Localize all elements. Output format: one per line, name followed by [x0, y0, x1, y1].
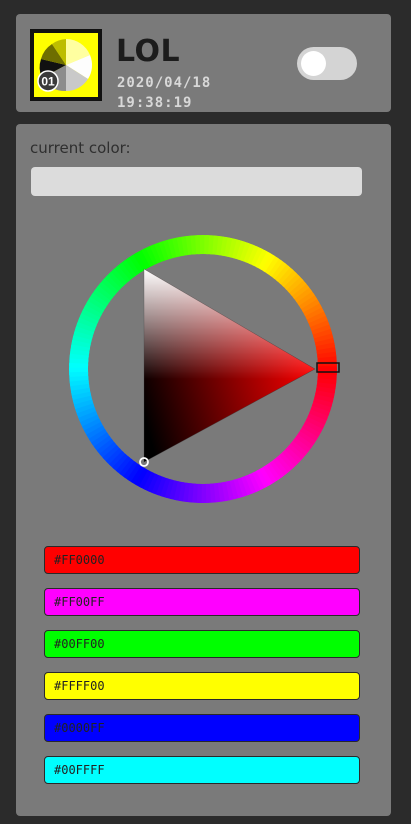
color-swatch[interactable]: #FF0000 [44, 546, 360, 574]
swatch-label: #FF0000 [54, 553, 105, 567]
toggle-switch[interactable] [297, 47, 357, 80]
header-card: 01 LOL 2020/04/18 19:38:19 [16, 14, 391, 112]
color-swatch[interactable]: #00FFFF [44, 756, 360, 784]
swatch-label: #00FFFF [54, 763, 105, 777]
time-text: 19:38:19 [117, 95, 193, 111]
swatch-label: #FFFF00 [54, 679, 105, 693]
color-swatch[interactable]: #FF00FF [44, 588, 360, 616]
color-picker-card: current color: #FF0000#FF00FF#00FF00# [16, 124, 391, 816]
color-swatch[interactable]: #0000FF [44, 714, 360, 742]
swatch-label: #FF00FF [54, 595, 105, 609]
current-color-field[interactable] [31, 167, 362, 196]
app-logo: 01 [30, 29, 102, 101]
color-swatch[interactable]: #FFFF00 [44, 672, 360, 700]
logo-badge: 01 [41, 75, 55, 89]
color-swatch[interactable]: #00FF00 [44, 630, 360, 658]
color-wheel[interactable] [63, 229, 343, 509]
toggle-knob[interactable] [301, 51, 326, 76]
swatch-label: #00FF00 [54, 637, 105, 651]
swatch-label: #0000FF [54, 721, 105, 735]
page-title: LOL [116, 34, 181, 69]
current-color-label: current color: [30, 139, 131, 157]
saturation-triangle[interactable] [143, 268, 316, 463]
date-text: 2020/04/18 [117, 75, 212, 91]
